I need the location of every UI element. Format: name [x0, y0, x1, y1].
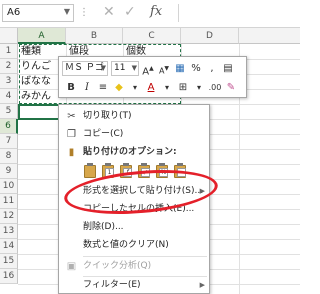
row-header-15[interactable]: 15 [0, 254, 18, 269]
italic-button[interactable]: I [80, 80, 94, 95]
menu-item-cut[interactable]: ✂ 切り取り(T) [59, 108, 209, 125]
chevron-right-icon: ▶ [199, 281, 205, 289]
row-header-13[interactable]: 13 [0, 224, 18, 239]
eraser-icon[interactable]: ✎ [224, 80, 238, 95]
menu-item-copy[interactable]: ❐ コピー(C) [59, 126, 209, 143]
increase-font-icon[interactable]: A▲ [141, 61, 155, 77]
bold-button[interactable]: B [64, 80, 78, 95]
menu-item-filter[interactable]: フィルター(E) ▶ [59, 277, 209, 294]
column-header-d[interactable]: D [181, 28, 239, 44]
borders-icon[interactable]: ⊞ [176, 80, 190, 95]
decimal-button[interactable]: .00 [208, 80, 222, 95]
chevron-down-icon: ▼ [100, 64, 106, 72]
chevron-down-icon[interactable]: ▾ [160, 80, 174, 95]
align-button[interactable]: ≡ [96, 80, 110, 95]
menu-item-delete[interactable]: 削除(D)... [59, 219, 209, 236]
chevron-down-icon[interactable]: ▼ [64, 7, 70, 16]
column-header-a[interactable]: A [18, 28, 66, 44]
cancel-icon[interactable]: ✕ [103, 4, 115, 20]
row-header-14[interactable]: 14 [0, 239, 18, 254]
row-header-10[interactable]: 10 [0, 179, 18, 194]
row-header-3[interactable]: 3 [0, 74, 18, 89]
menu-item-paste-options: ▮ 貼り付けのオプション: [59, 144, 209, 161]
row-header-12[interactable]: 12 [0, 209, 18, 224]
row-header-11[interactable]: 11 [0, 194, 18, 209]
paste-icon[interactable] [83, 163, 98, 179]
row-header-4[interactable]: 4 [0, 89, 18, 104]
row-header-16[interactable]: 16 [0, 269, 18, 284]
insert-function-icon[interactable]: fx [150, 4, 162, 19]
name-box-value: A6 [7, 7, 21, 18]
font-name-select[interactable]: ＭＳ Ｐゴ ▼ [62, 61, 108, 76]
mini-toolbar-row-2: B I ≡ ◆ ▾ A ▾ ⊞ ▾ .00 ✎ [62, 79, 238, 96]
column-header-e[interactable] [239, 28, 300, 44]
font-name-value: ＭＳ Ｐゴ [65, 63, 104, 73]
name-box[interactable]: A6 ▼ [2, 4, 74, 22]
column-header-b[interactable]: B [66, 28, 123, 44]
row-header-2[interactable]: 2 [0, 59, 18, 74]
percent-button[interactable]: % [189, 61, 203, 76]
font-size-select[interactable]: 11 ▼ [111, 61, 139, 76]
clipboard-icon: ▮ [68, 147, 75, 158]
mini-toolbar-row-1: ＭＳ Ｐゴ ▼ 11 ▼ A▲ A▼ ▦ % , ▤ [62, 60, 235, 77]
mini-toolbar: ＭＳ Ｐゴ ▼ 11 ▼ A▲ A▼ ▦ % , ▤ B I ≡ ◆ ▾ A ▾… [58, 56, 247, 98]
row-header-9[interactable]: 9 [0, 164, 18, 179]
comma-style-button[interactable]: , [205, 61, 219, 76]
copy-icon: ❐ [67, 129, 76, 140]
row-header-5[interactable]: 5 [0, 104, 18, 119]
format-painter-icon[interactable]: ▤ [221, 61, 235, 76]
decrease-font-icon[interactable]: A▼ [157, 61, 171, 76]
chevron-down-icon[interactable]: ▾ [128, 80, 142, 95]
menu-item-clear-contents[interactable]: 数式と値のクリア(N) [59, 237, 209, 254]
row-header-6[interactable]: 6 [0, 119, 18, 134]
scissors-icon: ✂ [67, 111, 76, 122]
quick-analysis-icon: ▣ [66, 261, 77, 272]
font-color-button[interactable]: A [144, 80, 158, 95]
enter-icon[interactable]: ✓ [124, 4, 136, 20]
select-all-corner[interactable] [0, 28, 18, 44]
font-size-value: 11 [114, 63, 126, 73]
chevron-down-icon[interactable]: ▾ [192, 80, 206, 95]
row-header-8[interactable]: 8 [0, 149, 18, 164]
menu-item-quick-analysis[interactable]: ▣ クイック分析(Q) [59, 258, 209, 275]
number-format-icon[interactable]: ▦ [173, 61, 187, 76]
column-header-c[interactable]: C [123, 28, 181, 44]
chevron-down-icon: ▼ [131, 64, 137, 72]
menu-separator [83, 256, 207, 257]
row-header-7[interactable]: 7 [0, 134, 18, 149]
drag-handle-icon[interactable]: ⋮ [79, 7, 89, 18]
row-header-1[interactable]: 1 [0, 44, 18, 59]
formula-input[interactable] [178, 4, 300, 22]
fill-color-icon[interactable]: ◆ [112, 80, 126, 95]
formula-bar: A6 ▼ ⋮ ✕ ✓ fx [0, 0, 300, 28]
